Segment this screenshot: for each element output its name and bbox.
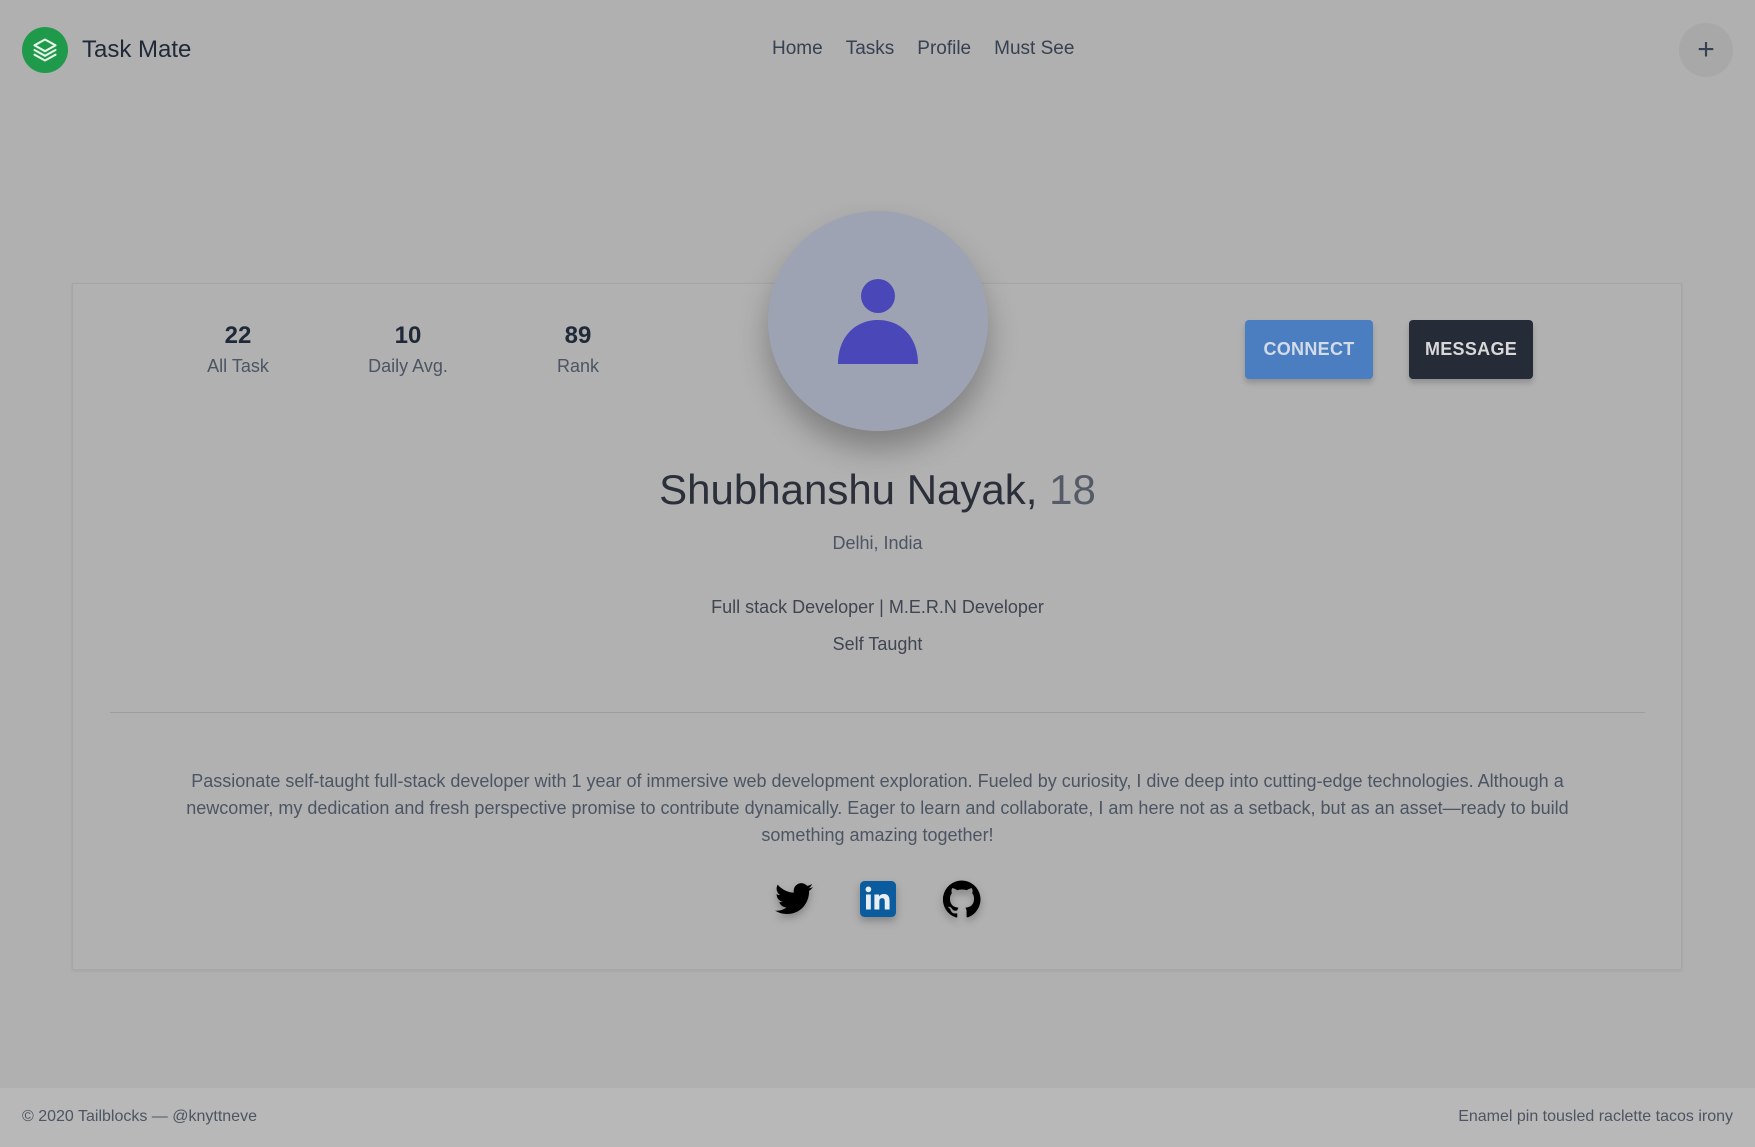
user-icon	[838, 279, 918, 364]
twitter-icon[interactable]	[775, 880, 813, 918]
linkedin-icon[interactable]	[859, 880, 897, 918]
stats-row: 22 All Task 10 Daily Avg. 89 Rank	[153, 322, 663, 377]
top-header: Task Mate Home Tasks Profile Must See +	[0, 0, 1755, 100]
plus-icon: +	[1697, 33, 1715, 66]
social-links	[775, 880, 981, 918]
profile-location: Delhi, India	[832, 533, 923, 553]
footer: © 2020 Tailblocks — @knyttneve Enamel pi…	[0, 1088, 1755, 1147]
nav-profile[interactable]: Profile	[917, 38, 971, 60]
stat-value: 89	[564, 322, 592, 349]
stat-label: Rank	[556, 356, 600, 376]
footer-tagline: Enamel pin tousled raclette tacos irony	[1458, 1108, 1733, 1125]
stat-all-task: 22 All Task	[153, 322, 323, 377]
profile-age: 18	[1049, 466, 1096, 513]
nav-home[interactable]: Home	[772, 38, 823, 60]
stat-value: 22	[224, 322, 252, 349]
layers-icon	[22, 27, 68, 73]
footer-copyright: © 2020 Tailblocks — @knyttneve	[22, 1108, 257, 1125]
main-nav: Home Tasks Profile Must See	[772, 38, 1097, 60]
message-button[interactable]: MESSAGE	[1409, 320, 1533, 379]
stat-rank: 89 Rank	[493, 322, 663, 377]
profile-tagline: Self Taught	[832, 634, 923, 654]
profile-name: Shubhanshu Nayak,	[659, 466, 1038, 513]
profile-bio: Passionate self-taught full-stack develo…	[186, 771, 1569, 845]
stat-label: All Task	[207, 356, 269, 376]
stat-value: 10	[394, 322, 422, 349]
app-logo[interactable]: Task Mate	[22, 27, 191, 73]
stat-label: Daily Avg.	[368, 356, 448, 376]
github-icon[interactable]	[943, 880, 981, 918]
profile-role: Full stack Developer | M.E.R.N Developer	[711, 597, 1044, 617]
stat-daily-avg: 10 Daily Avg.	[323, 322, 493, 377]
profile-name-line: Shubhanshu Nayak, 18	[0, 466, 1755, 514]
nav-tasks[interactable]: Tasks	[846, 38, 895, 60]
nav-must-see[interactable]: Must See	[994, 38, 1074, 60]
avatar	[768, 211, 988, 431]
divider	[110, 712, 1645, 713]
add-button[interactable]: +	[1679, 23, 1733, 77]
app-title: Task Mate	[82, 36, 192, 63]
connect-button[interactable]: CONNECT	[1245, 320, 1373, 379]
